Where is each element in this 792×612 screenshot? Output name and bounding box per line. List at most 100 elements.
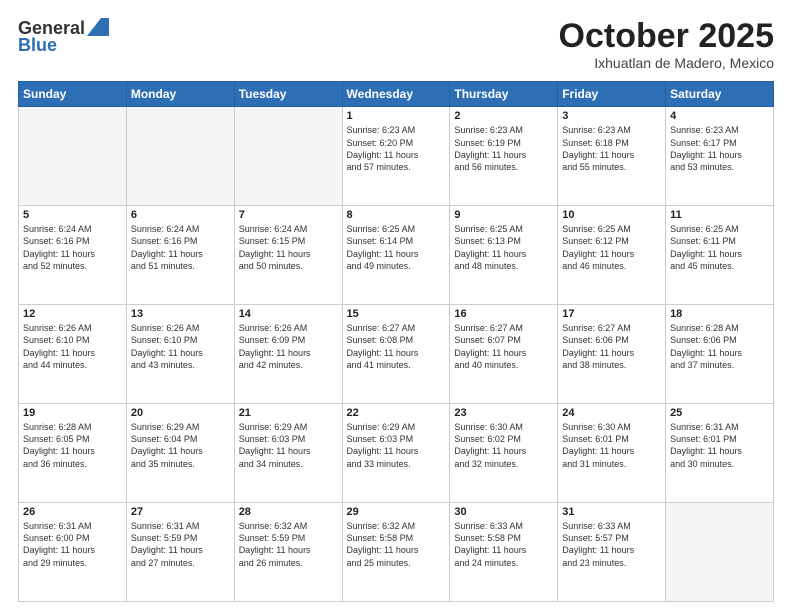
day-number: 2 <box>454 110 553 122</box>
day-info: Sunrise: 6:26 AM Sunset: 6:10 PM Dayligh… <box>23 322 122 371</box>
day-number: 20 <box>131 407 230 419</box>
day-info: Sunrise: 6:27 AM Sunset: 6:06 PM Dayligh… <box>562 322 661 371</box>
day-info: Sunrise: 6:23 AM Sunset: 6:20 PM Dayligh… <box>347 124 446 173</box>
week-row-1: 1 Sunrise: 6:23 AM Sunset: 6:20 PM Daylig… <box>19 107 774 206</box>
day-info: Sunrise: 6:31 AM Sunset: 6:00 PM Dayligh… <box>23 520 122 569</box>
day-info: Sunrise: 6:23 AM Sunset: 6:19 PM Dayligh… <box>454 124 553 173</box>
day-number: 17 <box>562 308 661 320</box>
day-info: Sunrise: 6:32 AM Sunset: 5:58 PM Dayligh… <box>347 520 446 569</box>
day-info: Sunrise: 6:30 AM Sunset: 6:01 PM Dayligh… <box>562 421 661 470</box>
week-row-3: 12 Sunrise: 6:26 AM Sunset: 6:10 PM Dayli… <box>19 305 774 404</box>
day-cell: 26Sunrise: 6:31 AM Sunset: 6:00 PM Dayli… <box>19 503 127 602</box>
day-number: 10 <box>562 209 661 221</box>
day-number: 8 <box>347 209 446 221</box>
weekday-header-thursday: Thursday <box>450 82 558 107</box>
day-number: 24 <box>562 407 661 419</box>
week-row-5: 26Sunrise: 6:31 AM Sunset: 6:00 PM Dayli… <box>19 503 774 602</box>
day-cell: 3Sunrise: 6:23 AM Sunset: 6:18 PM Daylig… <box>558 107 666 206</box>
page: General Blue October 2025 Ixhuatlan de M… <box>0 0 792 612</box>
day-info: Sunrise: 6:26 AM Sunset: 6:10 PM Dayligh… <box>131 322 230 371</box>
weekday-header-wednesday: Wednesday <box>342 82 450 107</box>
day-info: Sunrise: 6:29 AM Sunset: 6:03 PM Dayligh… <box>239 421 338 470</box>
day-cell: 14Sunrise: 6:26 AM Sunset: 6:09 PM Dayli… <box>234 305 342 404</box>
day-number: 30 <box>454 506 553 518</box>
day-cell: 9 Sunrise: 6:25 AM Sunset: 6:13 PM Daylig… <box>450 206 558 305</box>
day-info: Sunrise: 6:27 AM Sunset: 6:07 PM Dayligh… <box>454 322 553 371</box>
day-cell: 16 Sunrise: 6:27 AM Sunset: 6:07 PM Dayli… <box>450 305 558 404</box>
day-info: Sunrise: 6:25 AM Sunset: 6:12 PM Dayligh… <box>562 223 661 272</box>
day-info: Sunrise: 6:28 AM Sunset: 6:06 PM Dayligh… <box>670 322 769 371</box>
day-info: Sunrise: 6:30 AM Sunset: 6:02 PM Dayligh… <box>454 421 553 470</box>
day-info: Sunrise: 6:32 AM Sunset: 5:59 PM Dayligh… <box>239 520 338 569</box>
day-cell: 1 Sunrise: 6:23 AM Sunset: 6:20 PM Daylig… <box>342 107 450 206</box>
day-info: Sunrise: 6:29 AM Sunset: 6:03 PM Dayligh… <box>347 421 446 470</box>
day-info: Sunrise: 6:24 AM Sunset: 6:16 PM Dayligh… <box>131 223 230 272</box>
month-title: October 2025 <box>559 18 774 55</box>
day-cell: 5 Sunrise: 6:24 AM Sunset: 6:16 PM Daylig… <box>19 206 127 305</box>
day-info: Sunrise: 6:28 AM Sunset: 6:05 PM Dayligh… <box>23 421 122 470</box>
day-cell: 22 Sunrise: 6:29 AM Sunset: 6:03 PM Dayli… <box>342 404 450 503</box>
day-info: Sunrise: 6:24 AM Sunset: 6:16 PM Dayligh… <box>23 223 122 272</box>
day-info: Sunrise: 6:25 AM Sunset: 6:11 PM Dayligh… <box>670 223 769 272</box>
weekday-header-saturday: Saturday <box>666 82 774 107</box>
day-cell: 24 Sunrise: 6:30 AM Sunset: 6:01 PM Dayli… <box>558 404 666 503</box>
day-cell: 19 Sunrise: 6:28 AM Sunset: 6:05 PM Dayli… <box>19 404 127 503</box>
day-number: 3 <box>562 110 661 122</box>
day-number: 21 <box>239 407 338 419</box>
weekday-header-tuesday: Tuesday <box>234 82 342 107</box>
day-cell: 18Sunrise: 6:28 AM Sunset: 6:06 PM Dayli… <box>666 305 774 404</box>
day-cell: 8 Sunrise: 6:25 AM Sunset: 6:14 PM Daylig… <box>342 206 450 305</box>
day-number: 9 <box>454 209 553 221</box>
day-cell: 11Sunrise: 6:25 AM Sunset: 6:11 PM Dayli… <box>666 206 774 305</box>
weekday-header-sunday: Sunday <box>19 82 127 107</box>
logo: General Blue <box>18 18 109 56</box>
day-number: 27 <box>131 506 230 518</box>
day-number: 25 <box>670 407 769 419</box>
day-cell: 15Sunrise: 6:27 AM Sunset: 6:08 PM Dayli… <box>342 305 450 404</box>
logo-icon <box>87 18 109 36</box>
day-cell <box>19 107 127 206</box>
day-cell: 30Sunrise: 6:33 AM Sunset: 5:58 PM Dayli… <box>450 503 558 602</box>
day-number: 22 <box>347 407 446 419</box>
weekday-header-row: SundayMondayTuesdayWednesdayThursdayFrid… <box>19 82 774 107</box>
day-info: Sunrise: 6:33 AM Sunset: 5:57 PM Dayligh… <box>562 520 661 569</box>
weekday-header-monday: Monday <box>126 82 234 107</box>
day-number: 1 <box>347 110 446 122</box>
day-info: Sunrise: 6:25 AM Sunset: 6:13 PM Dayligh… <box>454 223 553 272</box>
day-info: Sunrise: 6:31 AM Sunset: 5:59 PM Dayligh… <box>131 520 230 569</box>
day-cell: 29 Sunrise: 6:32 AM Sunset: 5:58 PM Dayli… <box>342 503 450 602</box>
day-cell: 12 Sunrise: 6:26 AM Sunset: 6:10 PM Dayli… <box>19 305 127 404</box>
day-cell: 2 Sunrise: 6:23 AM Sunset: 6:19 PM Daylig… <box>450 107 558 206</box>
day-number: 12 <box>23 308 122 320</box>
day-cell <box>666 503 774 602</box>
day-number: 5 <box>23 209 122 221</box>
day-number: 28 <box>239 506 338 518</box>
location: Ixhuatlan de Madero, Mexico <box>559 55 774 71</box>
day-cell: 10 Sunrise: 6:25 AM Sunset: 6:12 PM Dayli… <box>558 206 666 305</box>
week-row-4: 19 Sunrise: 6:28 AM Sunset: 6:05 PM Dayli… <box>19 404 774 503</box>
day-number: 14 <box>239 308 338 320</box>
day-cell: 23Sunrise: 6:30 AM Sunset: 6:02 PM Dayli… <box>450 404 558 503</box>
week-row-2: 5 Sunrise: 6:24 AM Sunset: 6:16 PM Daylig… <box>19 206 774 305</box>
day-cell <box>126 107 234 206</box>
day-info: Sunrise: 6:25 AM Sunset: 6:14 PM Dayligh… <box>347 223 446 272</box>
day-number: 19 <box>23 407 122 419</box>
day-number: 29 <box>347 506 446 518</box>
day-number: 6 <box>131 209 230 221</box>
day-number: 4 <box>670 110 769 122</box>
day-number: 31 <box>562 506 661 518</box>
day-cell: 7 Sunrise: 6:24 AM Sunset: 6:15 PM Daylig… <box>234 206 342 305</box>
logo-blue: Blue <box>18 35 57 56</box>
calendar: SundayMondayTuesdayWednesdayThursdayFrid… <box>18 81 774 602</box>
day-cell: 21 Sunrise: 6:29 AM Sunset: 6:03 PM Dayli… <box>234 404 342 503</box>
day-number: 15 <box>347 308 446 320</box>
day-info: Sunrise: 6:24 AM Sunset: 6:15 PM Dayligh… <box>239 223 338 272</box>
header: General Blue October 2025 Ixhuatlan de M… <box>18 18 774 71</box>
day-number: 16 <box>454 308 553 320</box>
day-cell: 20Sunrise: 6:29 AM Sunset: 6:04 PM Dayli… <box>126 404 234 503</box>
day-number: 7 <box>239 209 338 221</box>
weekday-header-friday: Friday <box>558 82 666 107</box>
day-cell: 27 Sunrise: 6:31 AM Sunset: 5:59 PM Dayli… <box>126 503 234 602</box>
day-cell: 6 Sunrise: 6:24 AM Sunset: 6:16 PM Daylig… <box>126 206 234 305</box>
day-cell: 28 Sunrise: 6:32 AM Sunset: 5:59 PM Dayli… <box>234 503 342 602</box>
